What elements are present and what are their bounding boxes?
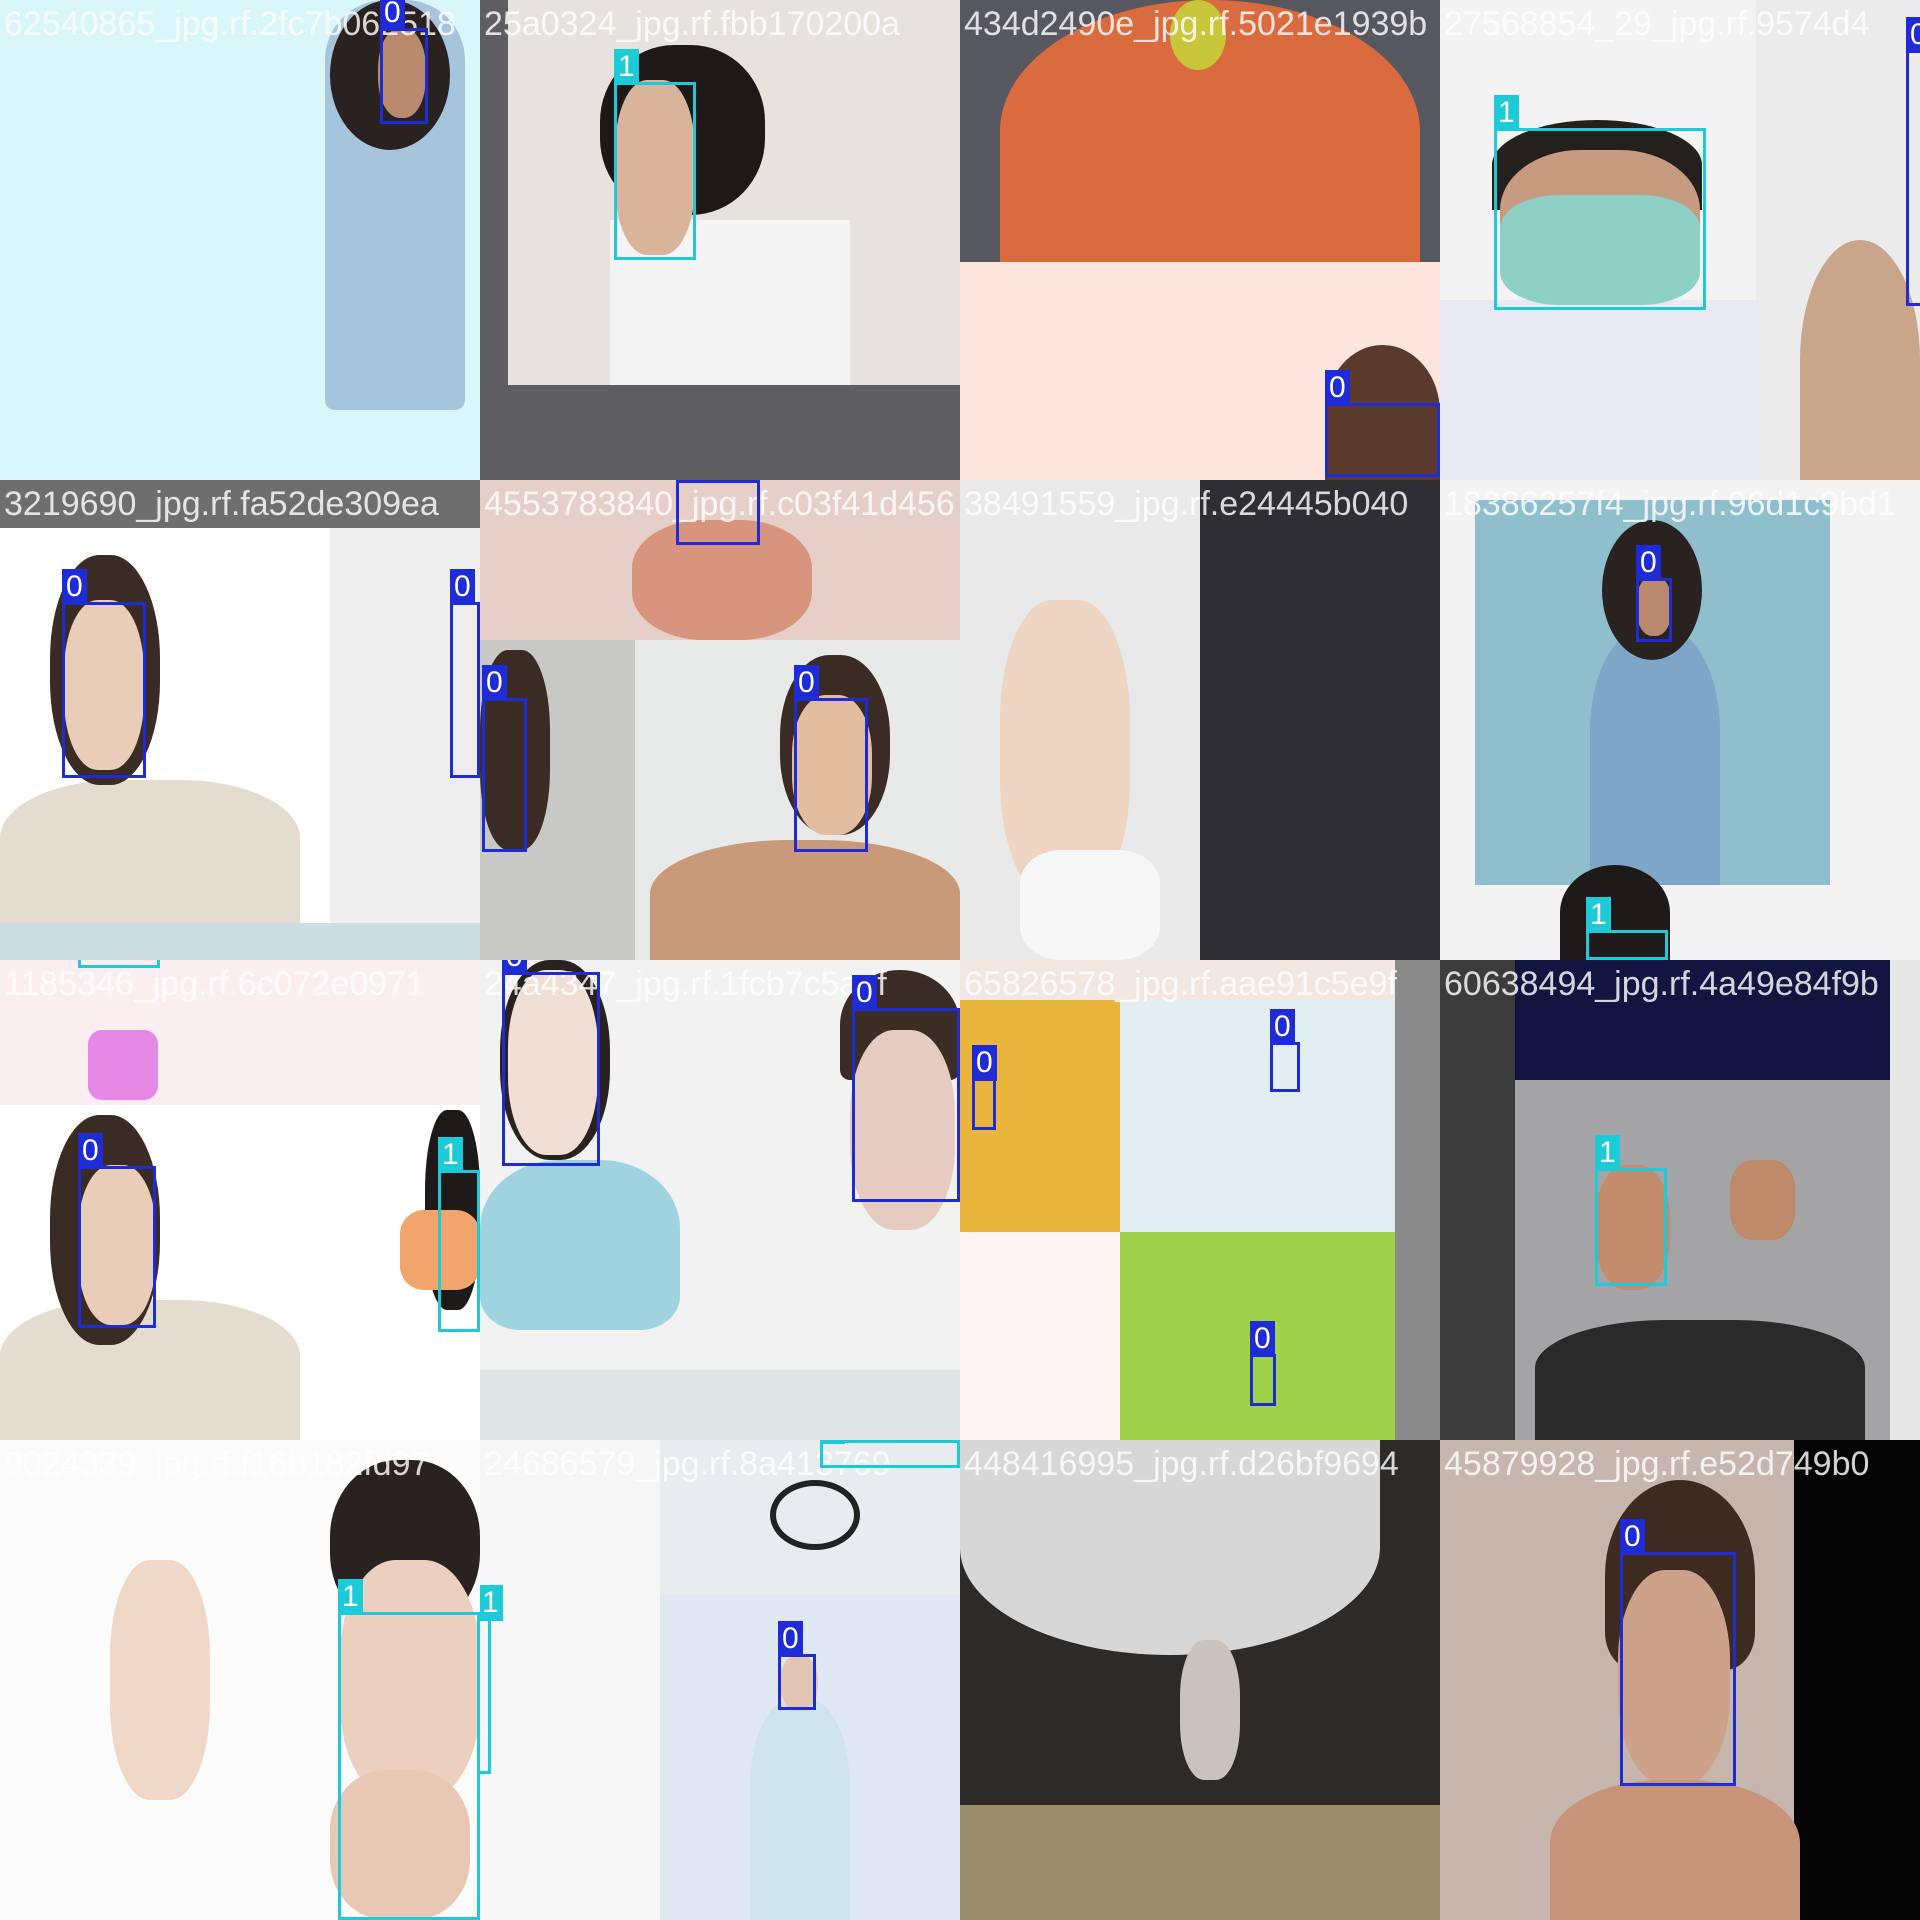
- detection-box: 0: [380, 0, 428, 124]
- mosaic-tile: 60638494_jpg.rf.4a49e84f9b 1: [1440, 960, 1920, 1440]
- mosaic-grid: 62540865_jpg.rf.2fc7b062518 0 25a0324_jp…: [0, 0, 1920, 1920]
- mosaic-tile: 434d2490e_jpg.rf.5021e1939b 0: [960, 0, 1440, 480]
- detection-box: 1: [78, 960, 160, 968]
- flask-shape: [88, 1030, 158, 1100]
- class-tag: 0: [1906, 17, 1920, 53]
- mosaic-tile: 27568854_29_jpg.rf.9574d4 1 0: [1440, 0, 1920, 480]
- person-figure: [480, 1160, 680, 1330]
- detection-box: 0: [1250, 1321, 1276, 1406]
- detection-box: 0: [794, 665, 868, 852]
- detection-box: 1: [1586, 897, 1668, 960]
- detection-box: 0: [1906, 17, 1920, 306]
- hand-shape: [1550, 1780, 1800, 1920]
- person-figure: [1800, 240, 1920, 480]
- class-tag: 0: [1620, 1519, 1645, 1555]
- detection-box: 0: [972, 1045, 997, 1130]
- class-tag: 0: [794, 665, 819, 701]
- mosaic-tile: 24a4347_jpg.rf.1fcb7c5adf 0 0: [480, 960, 960, 1440]
- class-tag: 1: [1595, 1135, 1620, 1171]
- photo-area: [1120, 1000, 1395, 1232]
- detection-box: 1: [338, 1579, 480, 1920]
- detection-box: 0: [450, 569, 480, 778]
- class-tag: 0: [78, 1133, 103, 1169]
- photo-area: [0, 480, 480, 528]
- detection-box: 0: [482, 665, 527, 852]
- class-tag: 0: [778, 1621, 803, 1657]
- mosaic-tile: 4553783840_jpg.rf.c03f41d456 0 0 0: [480, 480, 960, 960]
- class-tag: 1: [338, 1579, 363, 1615]
- mosaic-tile: 38491559_jpg.rf.e24445b040: [960, 480, 1440, 960]
- detection-box: 0: [676, 480, 760, 545]
- detection-box: 1: [480, 1585, 503, 1774]
- photo-area: [480, 1370, 960, 1440]
- class-tag: 1: [1586, 897, 1611, 933]
- detection-box: 1: [438, 1137, 480, 1332]
- class-tag: 1: [438, 1137, 463, 1173]
- class-tag: 0: [972, 1045, 997, 1081]
- detection-box: 1: [1595, 1135, 1667, 1286]
- class-tag: 0: [1636, 545, 1661, 581]
- sleeve-shape: [1020, 850, 1160, 960]
- class-tag: 0: [62, 569, 87, 605]
- person-figure: [1590, 630, 1720, 885]
- arm-shape: [110, 1560, 210, 1800]
- detection-box: 0: [1636, 545, 1672, 642]
- stethoscope-shape: [770, 1480, 860, 1550]
- detection-box: 0: [778, 1621, 816, 1710]
- class-tag: 1: [614, 49, 639, 85]
- class-tag: 0: [676, 480, 701, 483]
- detection-box: 0: [62, 569, 146, 778]
- photo-area: [960, 960, 1440, 1000]
- class-tag: 1: [1494, 95, 1519, 131]
- class-tag: 1: [480, 1585, 503, 1621]
- detection-box: 0: [1270, 1009, 1300, 1092]
- photo-area: [0, 923, 480, 960]
- class-tag: 0: [1250, 1321, 1275, 1357]
- class-tag: 0: [852, 975, 877, 1011]
- fist-shape: [1730, 1160, 1795, 1240]
- leg-shape: [1180, 1640, 1240, 1780]
- mosaic-tile: 3219690_jpg.rf.fa52de309ea 0 0: [0, 480, 480, 960]
- photo-area: [1890, 960, 1920, 1440]
- photo-area: [1794, 1440, 1920, 1920]
- person-figure: [750, 1700, 850, 1920]
- mosaic-tile: 9024339_jpg.rf.f16b182fd97 1: [0, 1440, 480, 1920]
- class-tag: 0: [502, 960, 527, 975]
- class-tag: 0: [1325, 370, 1350, 406]
- detection-box: 1: [1494, 95, 1706, 310]
- detection-box: 0: [502, 960, 600, 1166]
- photo-area: [0, 960, 480, 1105]
- mosaic-tile: 65826578_jpg.rf.aae91c5e9f 0 0 0: [960, 960, 1440, 1440]
- mosaic-tile: 18386257f4_jpg.rf.96d1c9bd1 0 1: [1440, 480, 1920, 960]
- tutu-shape: [960, 1440, 1380, 1655]
- mosaic-tile: 1185346_jpg.rf.6c072e0971 0 1 1: [0, 960, 480, 1440]
- class-tag: 1: [820, 1440, 845, 1444]
- person-figure: [1440, 300, 1760, 480]
- photo-area: [480, 1595, 660, 1920]
- mosaic-tile: 24686579_jpg.rf.8a413769 0 1 1: [480, 1440, 960, 1920]
- mosaic-tile: 448416995_jpg.rf.d26bf9694: [960, 1440, 1440, 1920]
- photo-area: [960, 1805, 1440, 1920]
- detection-box: 1: [614, 49, 696, 260]
- class-tag: 0: [380, 0, 405, 31]
- photo-area: [1200, 480, 1440, 960]
- detection-box: 1: [820, 1440, 960, 1468]
- person-figure: [650, 840, 960, 960]
- class-tag: 0: [1270, 1009, 1295, 1045]
- person-figure: [0, 780, 300, 925]
- detection-box: 0: [852, 975, 960, 1202]
- mosaic-tile: 62540865_jpg.rf.2fc7b062518 0: [0, 0, 480, 480]
- class-tag: 0: [450, 569, 475, 605]
- detection-box: 0: [1325, 370, 1440, 477]
- detection-box: 0: [78, 1133, 156, 1328]
- photo-area: [1440, 960, 1515, 1440]
- photo-area: [1395, 960, 1440, 1440]
- detection-box: 0: [1620, 1519, 1736, 1786]
- photo-area: [1515, 960, 1890, 1080]
- shirt-shape: [1535, 1320, 1865, 1440]
- fruit-slice: [1170, 0, 1226, 70]
- class-tag: 0: [482, 665, 507, 701]
- mosaic-tile: 45879928_jpg.rf.e52d749b0 0: [1440, 1440, 1920, 1920]
- mosaic-tile: 25a0324_jpg.rf.fbb170200a 1: [480, 0, 960, 480]
